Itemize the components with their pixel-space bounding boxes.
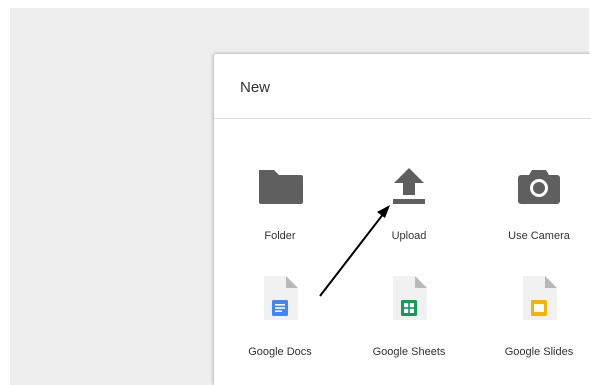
folder-label: Folder: [264, 230, 296, 242]
google-sheets-button[interactable]: Google Sheets: [354, 272, 464, 382]
use-camera-label: Use Camera: [508, 230, 570, 242]
folder-icon: [259, 170, 303, 204]
google-slides-button[interactable]: Google Slides: [484, 272, 591, 382]
dialog-header: New: [214, 54, 591, 119]
camera-icon: [518, 170, 560, 204]
upload-label: Upload: [391, 230, 427, 242]
new-item-dialog: New Folder Upload Use Camera Google Docs…: [214, 54, 591, 385]
use-camera-button[interactable]: Use Camera: [484, 158, 591, 268]
upload-icon: [393, 168, 425, 204]
upload-button[interactable]: Upload: [354, 158, 464, 268]
google-docs-icon: [264, 276, 298, 320]
screenshot-frame: New Folder Upload Use Camera Google Docs…: [0, 0, 591, 385]
google-docs-label: Google Docs: [248, 346, 312, 358]
google-docs-button[interactable]: Google Docs: [225, 272, 335, 382]
google-sheets-label: Google Sheets: [372, 346, 446, 358]
google-sheets-icon: [393, 276, 427, 320]
new-folder-button[interactable]: Folder: [225, 158, 335, 268]
google-slides-icon: [523, 276, 557, 320]
dialog-title: New: [240, 79, 271, 96]
google-slides-label: Google Slides: [504, 346, 574, 358]
